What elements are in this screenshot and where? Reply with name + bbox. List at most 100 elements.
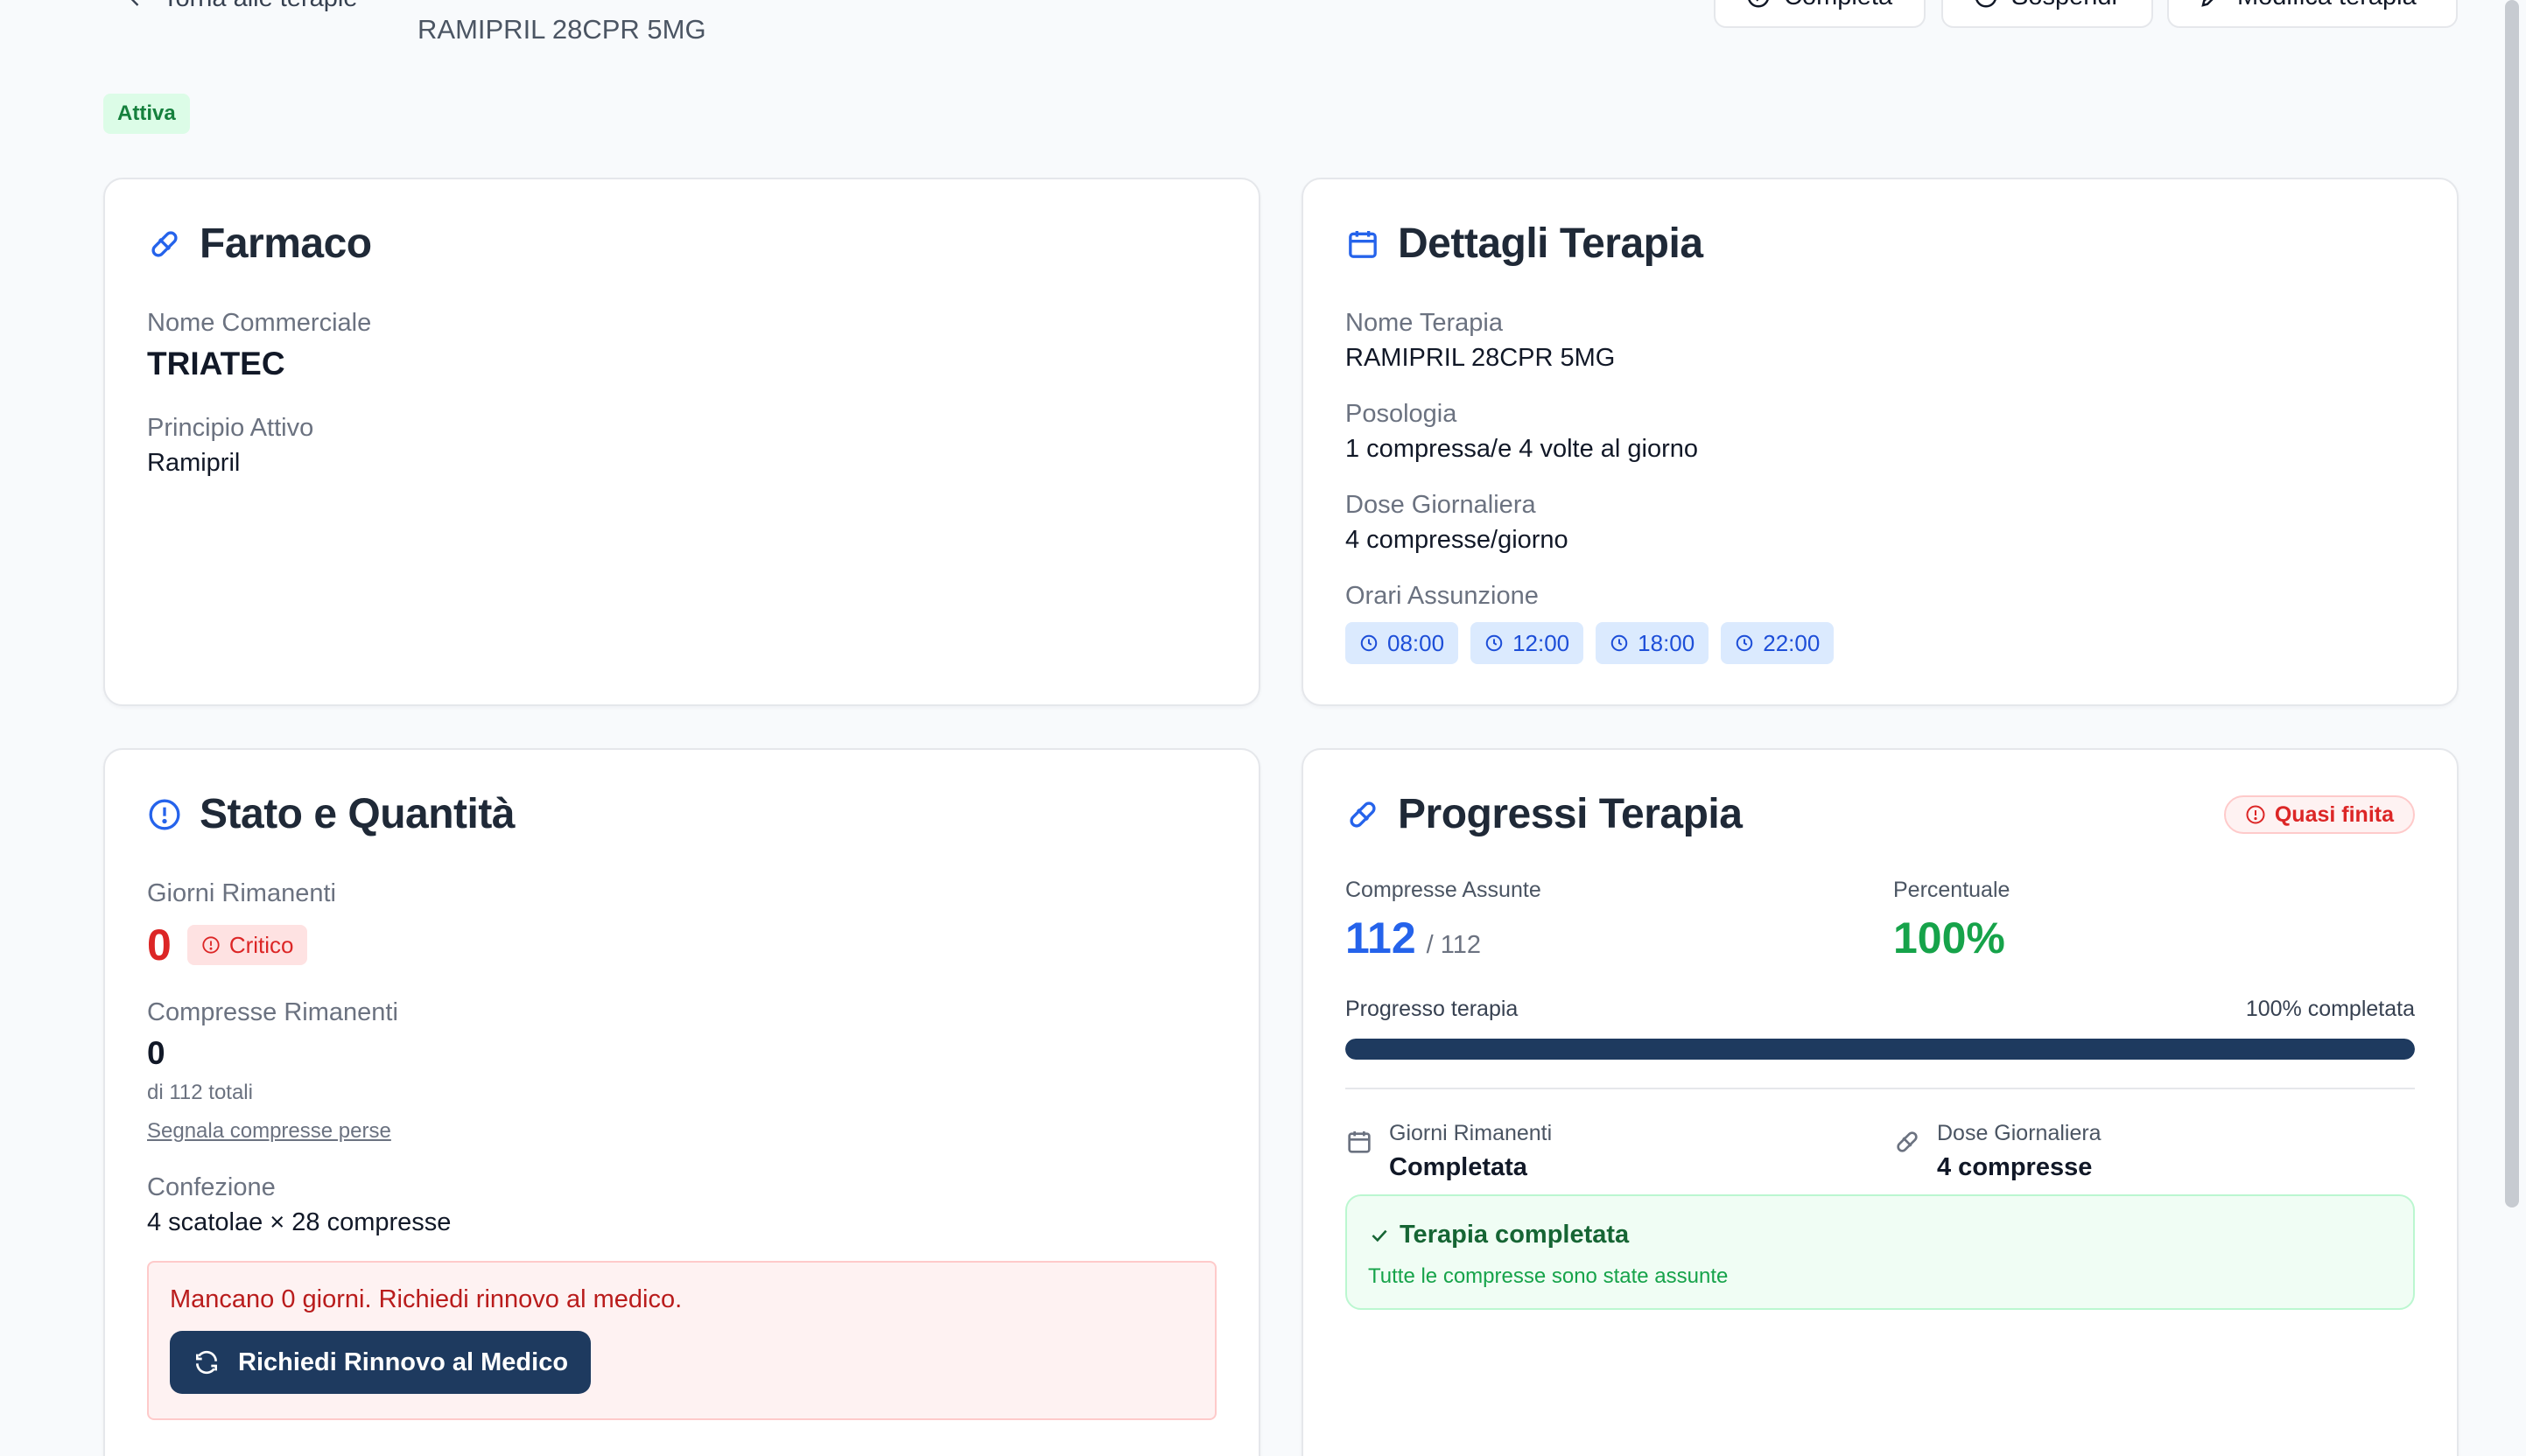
days-left-stat-value: Completata [1389,1153,1527,1181]
days-left-stat-label: Giorni Rimanenti [1389,1121,1553,1145]
request-renewal-button[interactable]: Richiedi Rinnovo al Medico [170,1331,592,1394]
therapy-completed-box: Terapia completata Tutte le compresse so… [1345,1194,2415,1310]
check-circle-icon [1748,0,1769,8]
nearly-finished-badge-label: Quasi finita [2274,802,2394,827]
posology-value: 1 compressa/e 4 volte al giorno [1345,435,1698,463]
pause-circle-icon [1975,0,1996,8]
therapy-progress-card: Progressi Terapia Quasi finita Compresse… [1302,748,2459,1456]
edit-therapy-button-label: Modifica terapia [2237,0,2417,11]
days-left-stat: Giorni Rimanenti Completata [1345,1121,1552,1182]
therapy-completed-text: Tutte le compresse sono state assunte [1368,1264,1729,1288]
days-left-label: Giorni Rimanenti [147,879,336,907]
complete-button[interactable]: Completa [1714,0,1926,28]
daily-dose-stat: Dose Giornaliera 4 compresse [1893,1121,2101,1182]
alert-circle-icon [202,936,220,954]
pill-icon [151,230,178,257]
farmaco-title-text: Farmaco [200,220,372,267]
edit-therapy-button[interactable]: Modifica terapia [2167,0,2458,28]
pills-total-text: di 112 totali [147,1081,253,1104]
pills-taken-label: Compresse Assunte [1345,878,1541,902]
farmaco-card: Farmaco Nome Commerciale TRIATEC Princip… [103,178,1260,706]
status-badge: Attiva [103,94,190,134]
critical-badge: Critico [186,925,308,965]
active-ingredient-value: Ramipril [147,449,241,477]
posology-label: Posologia [1345,400,1457,428]
divider [1345,1088,2415,1089]
therapy-completed-title: Terapia completata [1368,1221,1629,1250]
scrollbar-thumb[interactable] [2505,0,2519,1208]
pills-taken-value: 112 [1345,914,1416,962]
alert-circle-icon [149,799,180,830]
farmaco-card-title: Farmaco [147,220,372,268]
nearly-finished-badge: Quasi finita [2223,795,2415,834]
therapy-progress-title: Progressi Terapia [1345,790,1743,838]
percentage-value: 100% [1893,914,2005,962]
therapy-completed-title-text: Terapia completata [1400,1221,1630,1249]
critical-badge-label: Critico [228,931,294,958]
progress-bar-fill [1345,1039,2415,1060]
intake-time-value: 22:00 [1763,629,1821,656]
days-left-stat-text: Giorni Rimanenti Completata [1389,1121,1552,1182]
pills-taken-row: 112 / 112 [1345,913,1481,963]
clock-icon [1485,634,1503,652]
percentage-label: Percentuale [1893,878,2010,902]
therapy-name-value: RAMIPRIL 28CPR 5MG [1345,344,1616,372]
pills-taken-total: / 112 [1426,931,1482,959]
pills-left-label: Compresse Rimanenti [147,998,398,1026]
renewal-alert: Mancano 0 giorni. Richiedi rinnovo al me… [147,1261,1217,1420]
daily-dose-value: 4 compresse/giorno [1345,526,1568,554]
package-value: 4 scatolae × 28 compresse [147,1208,452,1236]
clock-icon [1736,634,1753,652]
intake-time-value: 18:00 [1638,629,1695,656]
active-ingredient-label: Principio Attivo [147,414,314,442]
intake-time-chip: 08:00 [1345,622,1459,664]
status-quantity-card: Stato e Quantità Giorni Rimanenti 0 Crit… [103,748,1260,1456]
clock-icon [1610,634,1628,652]
renewal-alert-text: Mancano 0 giorni. Richiedi rinnovo al me… [170,1285,683,1313]
intake-time-chip: 12:00 [1470,622,1584,664]
daily-dose-stat-value: 4 compresse [1937,1153,2093,1181]
calendar-icon [1349,230,1377,258]
complete-button-label: Completa [1784,0,1892,11]
request-renewal-button-label: Richiedi Rinnovo al Medico [238,1348,569,1376]
suspend-button-label: Sospendi [2011,0,2117,11]
back-link-label: Torna alle terapie [163,0,357,13]
commercial-name-value: TRIATEC [147,346,285,382]
intake-time-chip: 22:00 [1721,622,1835,664]
suspend-button[interactable]: Sospendi [1941,0,2153,28]
pills-left-value: 0 [147,1035,165,1071]
status-quantity-title: Stato e Quantità [147,790,516,838]
intake-times-list: 08:00 12:00 18:00 22:00 [1345,622,1846,664]
check-icon [1372,1229,1387,1242]
refresh-icon [196,1350,217,1375]
clock-icon [1360,634,1378,652]
status-quantity-title-text: Stato e Quantità [200,791,516,837]
days-left-row: 0 Critico [147,920,308,970]
arrow-left-icon [131,0,139,6]
commercial-name-label: Nome Commerciale [147,309,372,337]
therapy-name-label: Nome Terapia [1345,309,1504,337]
alert-circle-icon [2246,805,2265,824]
daily-dose-stat-label: Dose Giornaliera [1937,1121,2101,1145]
intake-time-value: 12:00 [1512,629,1570,656]
therapy-details-title-text: Dettagli Terapia [1398,220,1703,267]
intake-time-value: 08:00 [1387,629,1445,656]
package-label: Confezione [147,1173,276,1201]
pencil-icon [2201,0,2214,7]
pill-icon [1350,801,1376,828]
progress-label: Progresso terapia [1345,997,1519,1021]
calendar-icon [1348,1131,1371,1153]
report-lost-pills-link[interactable]: Segnala compresse perse [147,1119,391,1144]
progress-status: 100% completata [2245,997,2415,1021]
pill-icon [1897,1131,1918,1152]
therapy-details-card: Dettagli Terapia Nome Terapia RAMIPRIL 2… [1302,178,2459,706]
intake-times-label: Orari Assunzione [1345,582,1539,610]
daily-dose-stat-text: Dose Giornaliera 4 compresse [1937,1121,2101,1182]
therapy-progress-title-text: Progressi Terapia [1398,791,1743,837]
back-link[interactable]: Torna alle terapie [123,0,357,13]
intake-time-chip: 18:00 [1596,622,1709,664]
days-left-value: 0 [147,920,172,970]
progress-bar [1345,1039,2415,1060]
therapy-details-title: Dettagli Terapia [1345,220,1703,268]
daily-dose-label: Dose Giornaliera [1345,491,1536,519]
